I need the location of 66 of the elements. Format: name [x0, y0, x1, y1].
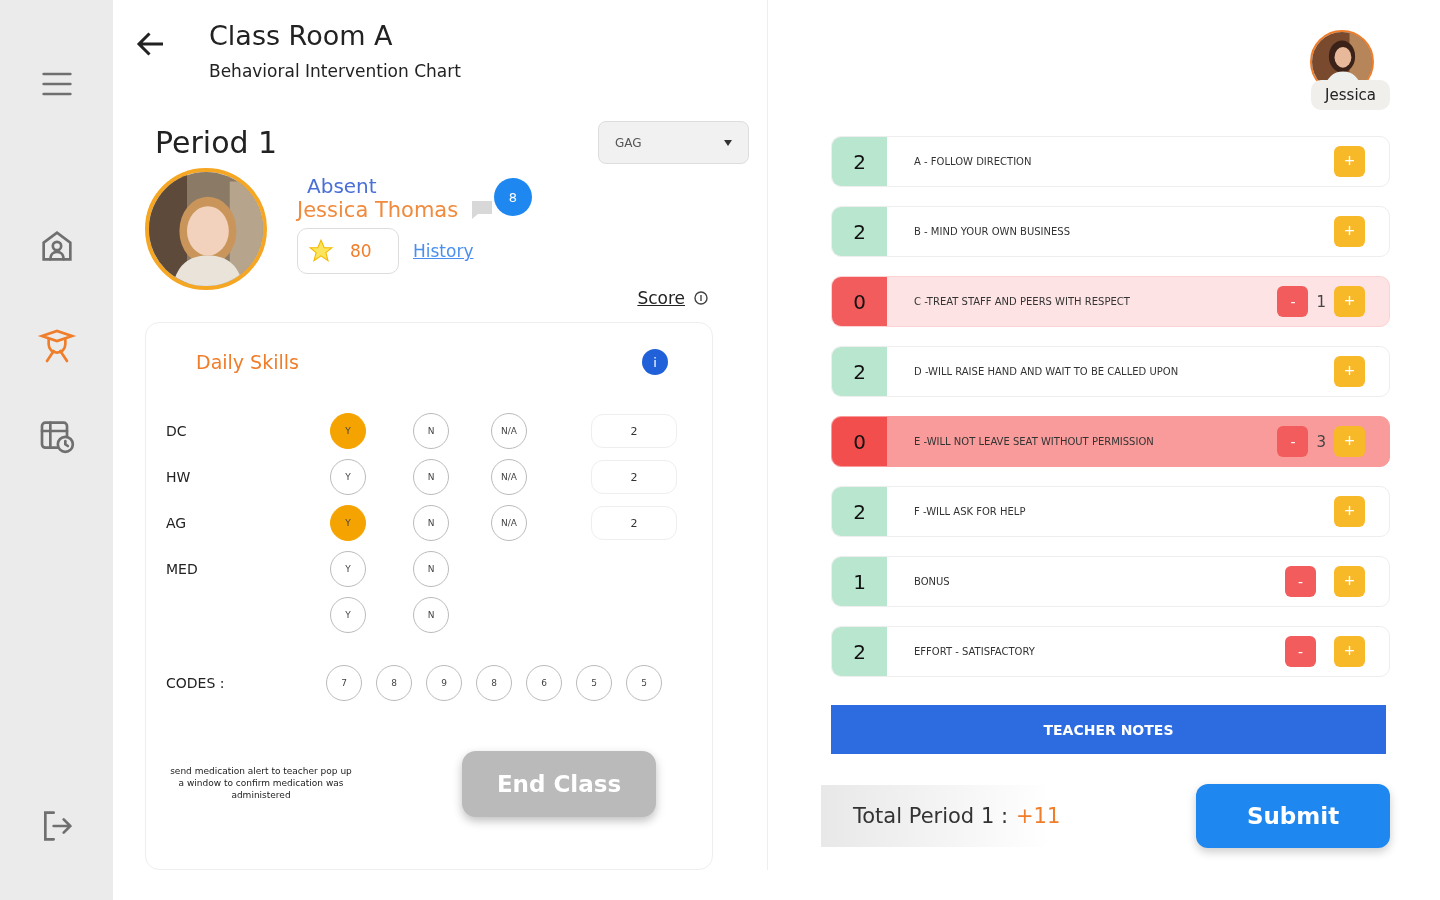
behavior-label: E -WILL NOT LEAVE SEAT WITHOUT PERMISSION: [913, 436, 1155, 447]
option-button[interactable]: Y: [330, 597, 366, 633]
code-button[interactable]: 8: [476, 665, 512, 701]
total-label: Total Period 1 :: [853, 804, 1008, 828]
page-title: Class Room A: [209, 20, 394, 51]
page-subtitle: Behavioral Intervention Chart: [209, 61, 461, 81]
skill-label: HW: [166, 469, 192, 485]
medication-note: send medication alert to teacher pop up a window to confirm medication was administered: [169, 766, 353, 802]
option-button[interactable]: N/A: [491, 459, 527, 495]
code-button[interactable]: 9: [426, 665, 462, 701]
behavior-score: 2: [832, 487, 887, 536]
caret-icon: [724, 139, 732, 146]
code-button[interactable]: 7: [326, 665, 362, 701]
skill-label: DC: [166, 423, 188, 439]
option-button[interactable]: N/A: [491, 413, 527, 449]
skill-value-field[interactable]: 2: [591, 460, 677, 494]
code-button[interactable]: 6: [526, 665, 562, 701]
behavior-label: A - FOLLOW DIRECTION: [913, 156, 1033, 167]
student-name: Jessica Thomas: [297, 198, 459, 222]
skill-value-field[interactable]: 2: [591, 414, 677, 448]
points-value: 80: [350, 241, 372, 261]
score-link[interactable]: Score: [637, 288, 709, 308]
behavior-label: D -WILL RAISE HAND AND WAIT TO BE CALLED UPON: [913, 366, 1180, 377]
behavior-label: F -WILL ASK FOR HELP: [913, 506, 1027, 517]
period-title: Period 1: [155, 125, 278, 160]
option-button[interactable]: N: [413, 551, 449, 587]
behavior-label: BONUS: [913, 576, 951, 587]
code-button[interactable]: 5: [626, 665, 662, 701]
behavior-score: 0: [832, 277, 887, 326]
option-button[interactable]: Y: [330, 551, 366, 587]
group-dropdown[interactable]: GAG: [598, 121, 749, 164]
behavior-score: 2: [832, 137, 887, 186]
option-button[interactable]: N: [413, 413, 449, 449]
teacher-notes-button[interactable]: TEACHER NOTES: [831, 705, 1386, 754]
option-button[interactable]: N: [413, 459, 449, 495]
behavior-label: EFFORT - SATISFACTORY: [913, 646, 1036, 657]
option-button[interactable]: N/A: [491, 505, 527, 541]
behavior-score: 2: [832, 207, 887, 256]
star-icon: [308, 238, 334, 264]
teacher-name: Jessica: [1311, 80, 1390, 110]
behavior-label: B - MIND YOUR OWN BUSINESS: [913, 226, 1072, 237]
notification-badge: 8: [494, 178, 532, 216]
option-button[interactable]: Y: [330, 413, 366, 449]
attendance-status: Absent: [307, 174, 378, 198]
behavior-score: 1: [832, 557, 887, 606]
option-button[interactable]: Y: [330, 459, 366, 495]
option-button[interactable]: N: [413, 505, 449, 541]
card-title: Daily Skills: [196, 351, 299, 373]
code-button[interactable]: 5: [576, 665, 612, 701]
option-button[interactable]: Y: [330, 505, 366, 541]
skill-label: AG: [166, 515, 188, 531]
code-button[interactable]: 8: [376, 665, 412, 701]
codes-label: CODES :: [166, 675, 226, 691]
info-button[interactable]: i: [642, 349, 668, 375]
behavior-count: 1: [1316, 292, 1326, 311]
skill-label: MED: [166, 561, 199, 577]
option-button[interactable]: N: [413, 597, 449, 633]
behavior-count: 3: [1316, 432, 1326, 451]
behavior-label: C -TREAT STAFF AND PEERS WITH RESPECT: [913, 296, 1131, 307]
skill-value-field[interactable]: 2: [591, 506, 677, 540]
behavior-score: 2: [832, 627, 887, 676]
submit-button[interactable]: Submit: [1196, 784, 1390, 848]
behavior-score: 2: [832, 347, 887, 396]
behavior-score: 0: [832, 417, 887, 466]
total-value: +11: [1016, 804, 1061, 828]
info-icon: [693, 290, 709, 306]
